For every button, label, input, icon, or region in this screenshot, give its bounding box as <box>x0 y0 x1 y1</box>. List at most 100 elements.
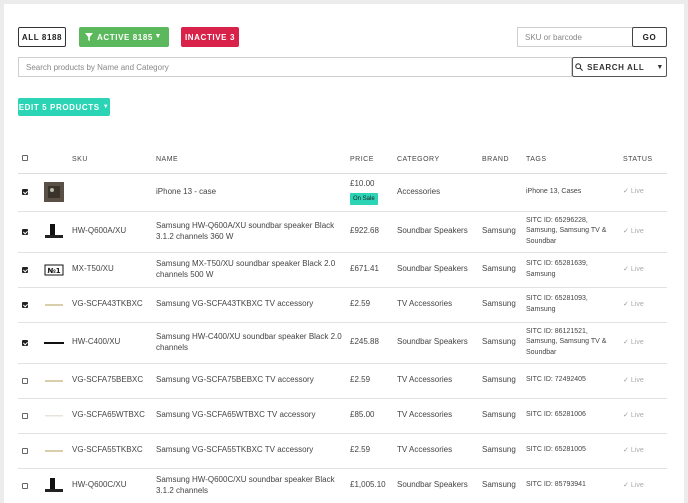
checkmark-icon: ✓ <box>623 227 629 235</box>
table-row[interactable]: VG-SCFA43TKBXC Samsung VG-SCFA43TKBXC TV … <box>18 287 667 323</box>
row-checkbox[interactable] <box>22 482 28 489</box>
cell-name[interactable]: Samsung VG-SCFA75BEBXC TV accessory <box>152 363 346 399</box>
cell-name[interactable]: Samsung VG-SCFA55TKBXC TV accessory <box>152 433 346 469</box>
table-row[interactable]: №1 MX-T50/XU Samsung MX-T50/XU soundbar sp… <box>18 252 667 288</box>
column-header-tags[interactable]: TAGS <box>522 146 619 174</box>
price-value: £85.00 <box>350 410 375 420</box>
cell-price: £245.88 <box>346 322 393 364</box>
column-header-name[interactable]: NAME <box>152 146 346 174</box>
checkmark-icon: ✓ <box>623 265 629 273</box>
cell-name[interactable]: Samsung HW-Q600C/XU soundbar speaker Bla… <box>152 468 346 503</box>
cell-tags: SITC ID: 65281005 <box>522 433 619 469</box>
status-label: Live <box>630 265 644 273</box>
checkmark-icon: ✓ <box>623 376 629 384</box>
row-checkbox[interactable] <box>22 228 28 235</box>
column-header-status[interactable]: STATUS <box>619 146 667 174</box>
cell-sku: HW-Q600A/XU <box>68 211 152 253</box>
cell-name[interactable]: Samsung MX-T50/XU soundbar speaker Black… <box>152 252 346 288</box>
table-header-row: SKU NAME PRICE CATEGORY BRAND TAGS STATU… <box>18 146 667 174</box>
caret-down-icon: ▼ <box>656 63 664 71</box>
go-button[interactable]: GO <box>632 27 667 47</box>
cell-name[interactable]: iPhone 13 - case <box>152 173 346 212</box>
column-header-price[interactable]: PRICE <box>346 146 393 174</box>
cell-brand: Samsung <box>478 398 522 434</box>
cell-price: £2.59 <box>346 433 393 469</box>
column-header-sku[interactable]: SKU <box>68 146 152 174</box>
cell-name[interactable]: Samsung HW-C400/XU soundbar speaker Blac… <box>152 322 346 364</box>
table-row[interactable]: HW-Q600A/XU Samsung HW-Q600A/XU soundbar … <box>18 211 667 253</box>
cell-category: TV Accessories <box>393 433 478 469</box>
price-value: £245.88 <box>350 337 379 347</box>
cell-category: Soundbar Speakers <box>393 468 478 503</box>
caret-down-icon: ▼ <box>102 104 110 110</box>
cell-price: £2.59 <box>346 287 393 323</box>
filter-active-label: ACTIVE 8185 <box>97 32 153 42</box>
product-thumbnail: №1 <box>44 264 64 275</box>
cell-tags: iPhone 13, Cases <box>522 173 619 212</box>
row-checkbox[interactable] <box>22 377 28 384</box>
cell-status: ✓ Live <box>619 398 667 434</box>
cell-brand: Samsung <box>478 252 522 288</box>
cell-category: TV Accessories <box>393 363 478 399</box>
cell-sku: HW-C400/XU <box>68 322 152 364</box>
row-checkbox[interactable] <box>22 339 28 346</box>
cell-brand: Samsung <box>478 433 522 469</box>
sku-barcode-input[interactable]: SKU or barcode <box>517 27 633 47</box>
cell-name[interactable]: Samsung VG-SCFA43TKBXC TV accessory <box>152 287 346 323</box>
filter-all-button[interactable]: ALL 8188 <box>18 27 66 47</box>
table-row[interactable]: VG-SCFA75BEBXC Samsung VG-SCFA75BEBXC TV … <box>18 363 667 399</box>
row-checkbox[interactable] <box>22 412 28 419</box>
products-panel: ALL 8188 ACTIVE 8185 ▼ INACTIVE 3 SKU or… <box>4 4 684 503</box>
table-row[interactable]: VG-SCFA55TKBXC Samsung VG-SCFA55TKBXC TV … <box>18 433 667 469</box>
cell-sku <box>68 173 152 212</box>
table-row[interactable]: HW-C400/XU Samsung HW-C400/XU soundbar sp… <box>18 322 667 364</box>
cell-sku: VG-SCFA43TKBXC <box>68 287 152 323</box>
cell-name[interactable]: Samsung VG-SCFA65WTBXC TV accessory <box>152 398 346 434</box>
checkmark-icon: ✓ <box>623 411 629 419</box>
product-search-input[interactable]: Search products by Name and Category <box>18 57 572 77</box>
select-all-checkbox[interactable] <box>22 155 28 162</box>
status-label: Live <box>630 446 644 454</box>
product-thumbnail <box>44 341 64 344</box>
cell-category: TV Accessories <box>393 398 478 434</box>
checkmark-icon: ✓ <box>623 300 629 308</box>
product-thumbnail <box>45 223 63 238</box>
cell-name[interactable]: Samsung HW-Q600A/XU soundbar speaker Bla… <box>152 211 346 253</box>
cell-status: ✓ Live <box>619 433 667 469</box>
table-row[interactable]: HW-Q600C/XU Samsung HW-Q600C/XU soundbar … <box>18 468 667 503</box>
search-all-label: SEARCH ALL <box>587 62 645 72</box>
cell-sku: HW-Q600C/XU <box>68 468 152 503</box>
filter-icon <box>85 33 93 41</box>
cell-category: TV Accessories <box>393 287 478 323</box>
cell-status: ✓ Live <box>619 363 667 399</box>
checkmark-icon: ✓ <box>623 338 629 346</box>
table-row[interactable]: VG-SCFA65WTBXC Samsung VG-SCFA65WTBXC TV … <box>18 398 667 434</box>
table-row[interactable]: iPhone 13 - case £10.00 On Sale Accessories… <box>18 173 667 212</box>
column-header-category[interactable]: CATEGORY <box>393 146 478 174</box>
filter-inactive-button[interactable]: INACTIVE 3 <box>181 27 239 47</box>
cell-category: Soundbar Speakers <box>393 211 478 253</box>
product-thumbnail <box>45 449 63 452</box>
row-checkbox[interactable] <box>22 189 28 195</box>
status-label: Live <box>630 481 644 489</box>
cell-price: £2.59 <box>346 363 393 399</box>
cell-status: ✓ Live <box>619 173 667 212</box>
row-checkbox[interactable] <box>22 447 28 454</box>
cell-status: ✓ Live <box>619 287 667 323</box>
cell-brand: Samsung <box>478 322 522 364</box>
row-checkbox[interactable] <box>22 301 28 308</box>
price-value: £10.00 <box>350 179 375 189</box>
cell-price: £671.41 <box>346 252 393 288</box>
search-all-button[interactable]: SEARCH ALL ▼ <box>572 57 667 77</box>
product-thumbnail <box>44 182 64 202</box>
svg-text:№1: №1 <box>47 267 60 275</box>
filter-active-button[interactable]: ACTIVE 8185 ▼ <box>79 27 169 47</box>
price-value: £2.59 <box>350 445 371 455</box>
cell-brand: Samsung <box>478 468 522 503</box>
price-value: £2.59 <box>350 375 371 385</box>
row-checkbox[interactable] <box>22 266 28 273</box>
checkmark-icon: ✓ <box>623 481 629 489</box>
column-header-brand[interactable]: BRAND <box>478 146 522 174</box>
edit-products-button[interactable]: EDIT 5 PRODUCTS ▼ <box>18 98 110 116</box>
status-label: Live <box>630 376 644 384</box>
